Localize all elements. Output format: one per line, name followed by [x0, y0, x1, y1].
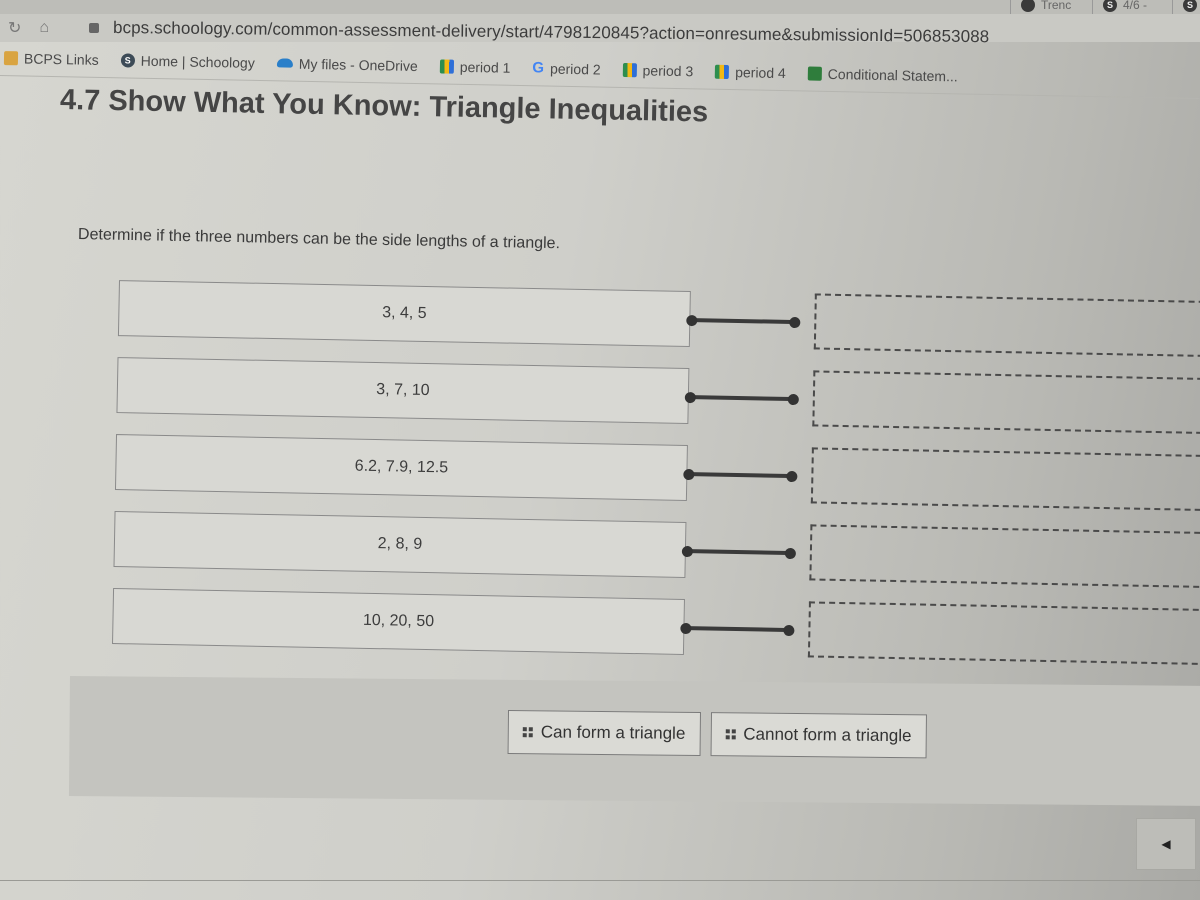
bookmark-period-1[interactable]: period 1 [439, 58, 511, 76]
google-meet-icon [622, 62, 637, 77]
google-meet-icon [439, 58, 454, 74]
tab-label: 4/6 - [1123, 0, 1148, 12]
connector-line [686, 314, 801, 329]
answer-drop-zone[interactable] [813, 293, 1200, 358]
home-icon[interactable]: ⌂ [39, 19, 49, 37]
bookmark-label: period 3 [642, 61, 694, 79]
url-text[interactable]: bcps.schoology.com/common-assessment-del… [113, 18, 990, 47]
schoology-icon: S [120, 52, 135, 68]
choice-cannot-form-triangle[interactable]: Cannot form a triangle [710, 712, 927, 759]
bookmark-label: Home | Schoology [140, 52, 255, 71]
google-meet-icon [715, 64, 730, 79]
choice-label: Can form a triangle [540, 722, 686, 743]
page-title: 4.7 Show What You Know: Triangle Inequal… [59, 84, 709, 129]
circle-icon [1021, 0, 1035, 12]
schoology-icon: S [1103, 0, 1117, 12]
choice-label: Cannot form a triangle [743, 724, 912, 746]
answer-choices: Can form a triangle Cannot form a triang… [507, 710, 927, 759]
drag-handle-icon[interactable] [725, 729, 736, 740]
triangle-left-icon: ◀ [1161, 837, 1171, 851]
classroom-icon [807, 66, 822, 81]
previous-button[interactable]: ◀ [1136, 818, 1196, 870]
connector-line [681, 545, 796, 560]
bookmark-label: period 4 [735, 63, 786, 81]
bookmark-onedrive[interactable]: My files - OneDrive [276, 55, 418, 74]
matching-item: 3, 4, 5 [117, 280, 691, 348]
google-icon: G [532, 59, 545, 77]
bookmark-label: period 1 [459, 58, 511, 76]
connector-line [683, 468, 798, 483]
onedrive-icon [276, 58, 293, 68]
folder-icon [3, 50, 19, 65]
answer-drop-zone[interactable] [809, 524, 1200, 589]
address-bar[interactable]: ↻ ⌂ bcps.schoology.com/common-assessment… [0, 14, 1200, 46]
browser-tab-strip: Trenc S 4/6 - S [0, 0, 1200, 14]
choice-can-form-triangle[interactable]: Can form a triangle [507, 710, 701, 757]
bookmark-period-4[interactable]: period 4 [715, 63, 786, 81]
drag-handle-icon[interactable] [522, 727, 533, 738]
bookmark-period-3[interactable]: period 3 [622, 61, 694, 79]
lock-icon[interactable] [89, 23, 100, 33]
bookmark-conditional-statements[interactable]: Conditional Statem... [807, 65, 958, 84]
tab-label: Trenc [1041, 0, 1072, 12]
answer-drop-zone[interactable] [812, 370, 1200, 435]
connector-line [680, 622, 795, 637]
matching-item: 6.2, 7.9, 12.5 [114, 434, 688, 502]
matching-list: 3, 4, 5 3, 7, 10 6.2, 7.9, 12.5 2, 8, 9 … [108, 280, 1200, 686]
bookmark-label: My files - OneDrive [298, 55, 418, 74]
answer-drop-zone[interactable] [807, 601, 1200, 666]
bookmark-home-schoology[interactable]: S Home | Schoology [120, 52, 255, 71]
matching-item: 3, 7, 10 [116, 357, 690, 425]
matching-item: 2, 8, 9 [113, 511, 687, 579]
connector-line [684, 391, 799, 406]
schoology-icon: S [1183, 0, 1197, 12]
bookmark-bcps-links[interactable]: BCPS Links [3, 49, 99, 68]
answer-drop-zone[interactable] [810, 447, 1200, 512]
divider [0, 880, 1200, 881]
bookmark-label: BCPS Links [23, 49, 99, 68]
browser-tab[interactable]: S [1172, 0, 1200, 14]
bookmark-period-2[interactable]: G period 2 [532, 59, 601, 77]
question-prompt: Determine if the three numbers can be th… [77, 226, 561, 253]
bookmark-label: Conditional Statem... [827, 65, 958, 84]
bookmark-label: period 2 [549, 60, 601, 78]
browser-tab[interactable]: Trenc [1010, 0, 1081, 14]
reload-icon[interactable]: ↻ [8, 18, 21, 38]
matching-item: 10, 20, 50 [112, 588, 685, 655]
browser-tab[interactable]: S 4/6 - [1092, 0, 1157, 14]
